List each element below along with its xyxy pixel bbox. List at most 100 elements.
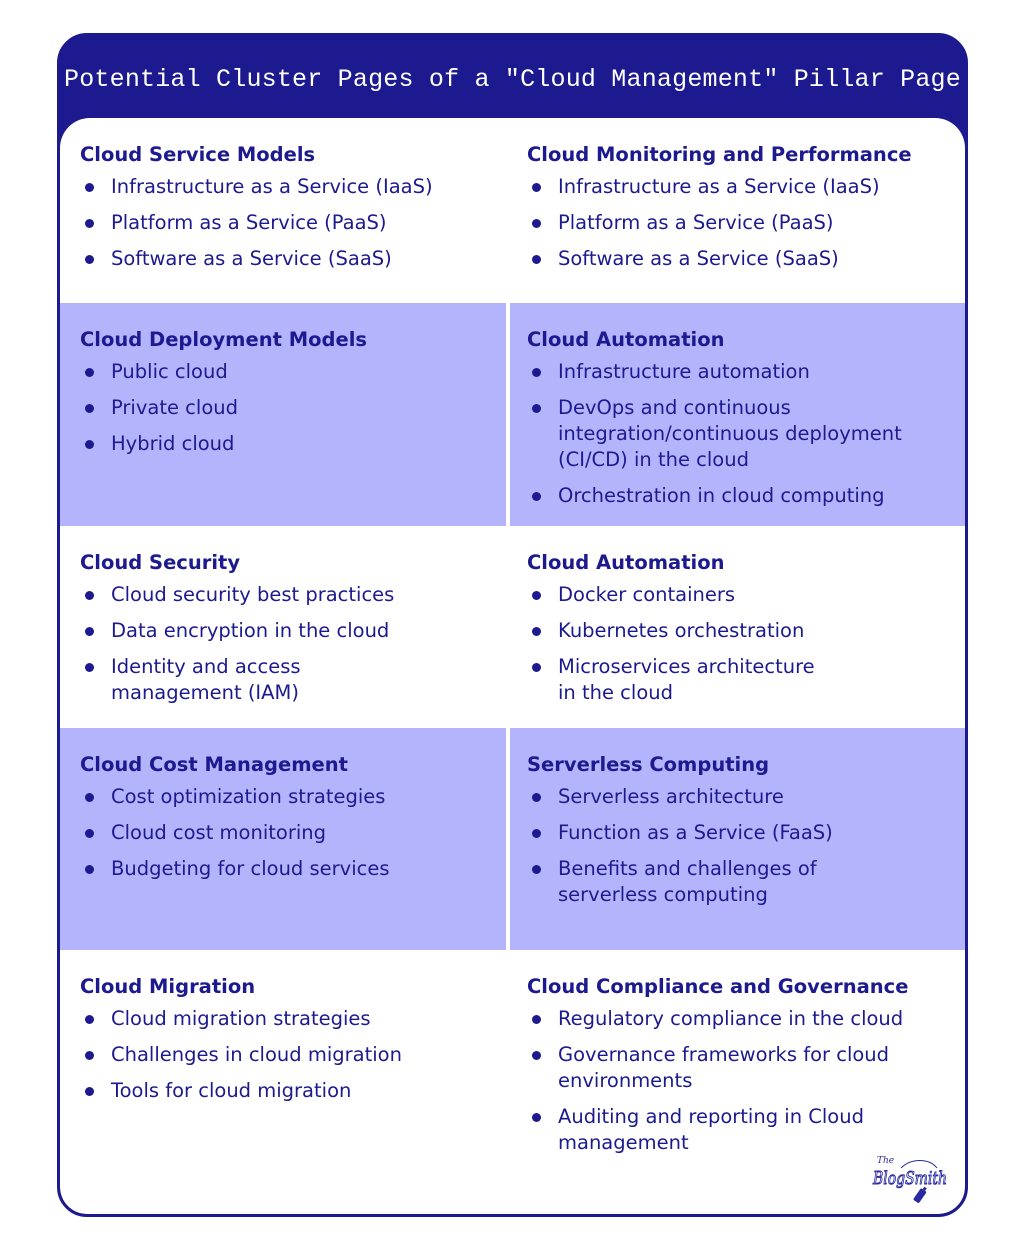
list-item-text: Private cloud (111, 396, 238, 419)
list-item-text: Auditing and reporting in Cloud manageme… (558, 1105, 864, 1154)
row-5: Cloud Migration Cloud migration strategi… (60, 950, 965, 1214)
list-item: Cloud security best practices (80, 582, 431, 608)
list-item-text: Kubernetes orchestration (558, 619, 805, 642)
list-item-text: Cost optimization strategies (111, 785, 386, 808)
bullet-icon (532, 663, 541, 672)
list-item: Microservices architecture in the cloud (527, 654, 837, 706)
row-3: Cloud Security Cloud security best pract… (60, 526, 965, 728)
list-item-text: Cloud cost monitoring (111, 821, 327, 844)
list-item: Regulatory compliance in the cloud (527, 1006, 965, 1032)
list-item-text: Tools for cloud migration (111, 1079, 352, 1102)
cluster-cell-cloud-service-models: Cloud Service Models Infrastructure as a… (60, 118, 506, 303)
cluster-title: Cloud Migration (80, 975, 256, 998)
list-item: Function as a Service (FaaS) (527, 820, 898, 846)
cluster-cell-cloud-deployment-models: Cloud Deployment Models Public cloud Pri… (60, 303, 506, 526)
page-title: Potential Cluster Pages of a "Cloud Mana… (64, 64, 961, 94)
list-item: Infrastructure as a Service (IaaS) (80, 174, 506, 200)
list-item-text: Docker containers (558, 583, 736, 606)
list-item-text: Serverless architecture (558, 785, 784, 808)
list-item-text: Public cloud (111, 360, 228, 383)
bullet-icon (85, 793, 94, 802)
row-2: Cloud Deployment Models Public cloud Pri… (60, 303, 965, 526)
bullet-icon (85, 440, 94, 449)
bullet-icon (532, 368, 541, 377)
list-item: Governance frameworks for cloud environm… (527, 1042, 907, 1094)
list-item-text: Budgeting for cloud services (111, 857, 390, 880)
list-item: Tools for cloud migration (80, 1078, 506, 1104)
list-item-text: Infrastructure as a Service (IaaS) (111, 175, 433, 198)
list-item-text: Governance frameworks for cloud environm… (558, 1043, 890, 1092)
bullet-icon (85, 1015, 94, 1024)
list-item-text: Hybrid cloud (111, 432, 235, 455)
cluster-title: Cloud Automation (527, 551, 725, 574)
list-item: Cost optimization strategies (80, 784, 506, 810)
list-item-text: Platform as a Service (PaaS) (558, 211, 834, 234)
cluster-items: Serverless architecture Function as a Se… (527, 784, 837, 908)
bullet-icon (532, 1015, 541, 1024)
bullet-icon (85, 1087, 94, 1096)
cluster-cell-cloud-migration: Cloud Migration Cloud migration strategi… (60, 950, 506, 1214)
list-item: Challenges in cloud migration (80, 1042, 506, 1068)
blogsmith-logo: The BlogSmith (871, 1150, 951, 1204)
cluster-items: Infrastructure as a Service (IaaS) Platf… (80, 174, 506, 272)
list-item-text: Infrastructure automation (558, 360, 810, 383)
list-item: Public cloud (80, 359, 506, 385)
list-item: Data encryption in the cloud (80, 618, 431, 644)
list-item: DevOps and continuous integration/contin… (527, 395, 927, 473)
cluster-cell-cloud-monitoring: Cloud Monitoring and Performance Infrast… (510, 118, 965, 303)
bullet-icon (532, 219, 541, 228)
cluster-items: Docker containers Kubernetes orchestrati… (527, 582, 837, 706)
bullet-icon (85, 1051, 94, 1060)
list-item: Hybrid cloud (80, 431, 506, 457)
cluster-title: Cloud Deployment Models (80, 328, 367, 351)
bullet-icon (532, 1051, 541, 1060)
row-1: Cloud Service Models Infrastructure as a… (60, 118, 965, 303)
cluster-title: Cloud Monitoring and Performance (527, 143, 912, 166)
list-item: Software as a Service (SaaS) (80, 246, 506, 272)
bullet-icon (85, 183, 94, 192)
infographic-card: Potential Cluster Pages of a "Cloud Mana… (57, 33, 968, 1217)
list-item-text: DevOps and continuous integration/contin… (558, 396, 902, 471)
bullet-icon (85, 404, 94, 413)
cluster-cell-cloud-automation: Cloud Automation Infrastructure automati… (510, 303, 965, 526)
list-item: Benefits and challenges of serverless co… (527, 856, 837, 908)
cluster-title: Cloud Service Models (80, 143, 316, 166)
bullet-icon (532, 404, 541, 413)
cluster-title: Cloud Security (80, 551, 241, 574)
list-item-text: Software as a Service (SaaS) (558, 247, 839, 270)
cluster-items: Cost optimization strategies Cloud cost … (80, 784, 506, 882)
list-item-text: Software as a Service (SaaS) (111, 247, 392, 270)
cluster-cell-serverless-computing: Serverless Computing Serverless architec… (510, 728, 965, 950)
bullet-icon (532, 1113, 541, 1122)
bullet-icon (85, 591, 94, 600)
list-item: Cloud migration strategies (80, 1006, 506, 1032)
list-item-text: Orchestration in cloud computing (558, 484, 885, 507)
bullet-icon (532, 793, 541, 802)
cluster-items: Cloud migration strategies Challenges in… (80, 1006, 506, 1104)
list-item-text: Data encryption in the cloud (111, 619, 390, 642)
cluster-items: Public cloud Private cloud Hybrid cloud (80, 359, 506, 457)
list-item: Software as a Service (SaaS) (527, 246, 965, 272)
spray-can-logo-icon: The BlogSmith (872, 1156, 948, 1203)
bullet-icon (85, 663, 94, 672)
bullet-icon (85, 627, 94, 636)
list-item: Kubernetes orchestration (527, 618, 837, 644)
cluster-items: Infrastructure automation DevOps and con… (527, 359, 927, 509)
list-item: Platform as a Service (PaaS) (80, 210, 506, 236)
bullet-icon (532, 255, 541, 264)
bullet-icon (532, 865, 541, 874)
list-item: Orchestration in cloud computing (527, 483, 927, 509)
list-item-text: Cloud security best practices (111, 583, 395, 606)
bullet-icon (532, 492, 541, 501)
list-item-text: Benefits and challenges of serverless co… (558, 857, 817, 906)
bullet-icon (85, 219, 94, 228)
list-item: Auditing and reporting in Cloud manageme… (527, 1104, 907, 1156)
list-item: Identity and access management (IAM) (80, 654, 320, 706)
bullet-icon (532, 627, 541, 636)
cluster-cell-cloud-cost-management: Cloud Cost Management Cost optimization … (60, 728, 506, 950)
bullet-icon (85, 255, 94, 264)
list-item: Serverless architecture (527, 784, 837, 810)
cluster-items: Regulatory compliance in the cloud Gover… (527, 1006, 907, 1156)
list-item-text: Identity and access management (IAM) (111, 655, 301, 704)
cluster-title: Serverless Computing (527, 753, 770, 776)
